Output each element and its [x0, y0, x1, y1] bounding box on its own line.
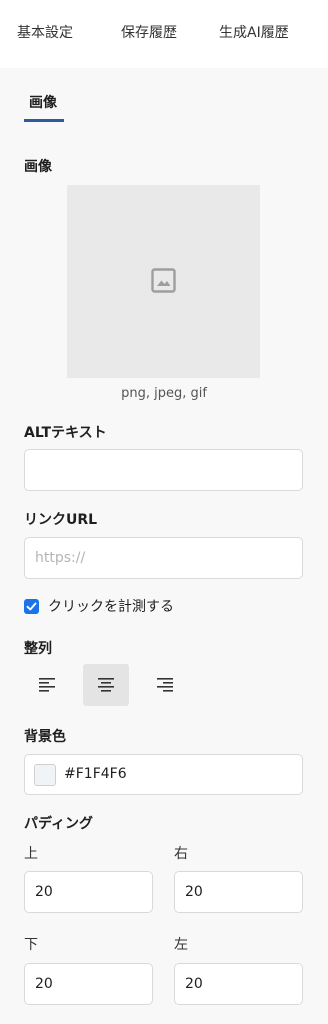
color-swatch: [34, 764, 56, 786]
align-right-button[interactable]: [142, 664, 188, 706]
tab-image[interactable]: 画像: [24, 90, 64, 122]
padding-right-label: 右: [174, 846, 188, 862]
align-center-icon: [98, 678, 114, 692]
background-color-picker[interactable]: #F1F4F6: [24, 754, 303, 795]
align-center-button[interactable]: [83, 664, 129, 706]
padding-right-input[interactable]: [174, 871, 303, 913]
tab-save-history[interactable]: 保存履歴: [121, 23, 177, 43]
alignment-label: 整列: [24, 641, 52, 657]
settings-tab-bar: 基本設定 保存履歴 生成AI履歴: [0, 0, 328, 68]
color-value: #F1F4F6: [64, 766, 127, 782]
padding-left-label: 左: [174, 937, 188, 953]
background-color-label: 背景色: [24, 729, 66, 745]
alt-text-label: ALTテキスト: [24, 425, 107, 441]
link-url-label: リンクURL: [24, 512, 98, 528]
align-right-icon: [157, 678, 173, 692]
supported-formats: png, jpeg, gif: [121, 386, 207, 401]
align-left-icon: [39, 678, 55, 692]
padding-bottom-label: 下: [24, 937, 38, 953]
image-label: 画像: [24, 159, 52, 175]
tab-ai-history[interactable]: 生成AI履歴: [219, 23, 289, 43]
image-upload-area[interactable]: [67, 185, 260, 378]
padding-label: パディング: [24, 816, 94, 832]
link-url-input[interactable]: [24, 537, 303, 579]
padding-left-input[interactable]: [174, 963, 303, 1005]
align-left-button[interactable]: [24, 664, 70, 706]
padding-bottom-input[interactable]: [24, 963, 153, 1005]
active-tab-indicator: [24, 119, 64, 122]
image-placeholder-icon: [151, 268, 176, 293]
padding-top-label: 上: [24, 846, 38, 862]
tab-image-label: 画像: [29, 95, 57, 111]
track-click-label: クリックを計測する: [48, 599, 174, 615]
track-click-checkbox[interactable]: [24, 599, 39, 614]
padding-top-input[interactable]: [24, 871, 153, 913]
alt-text-input[interactable]: [24, 449, 303, 491]
check-icon: [26, 602, 37, 611]
tab-basic-settings[interactable]: 基本設定: [17, 23, 73, 43]
